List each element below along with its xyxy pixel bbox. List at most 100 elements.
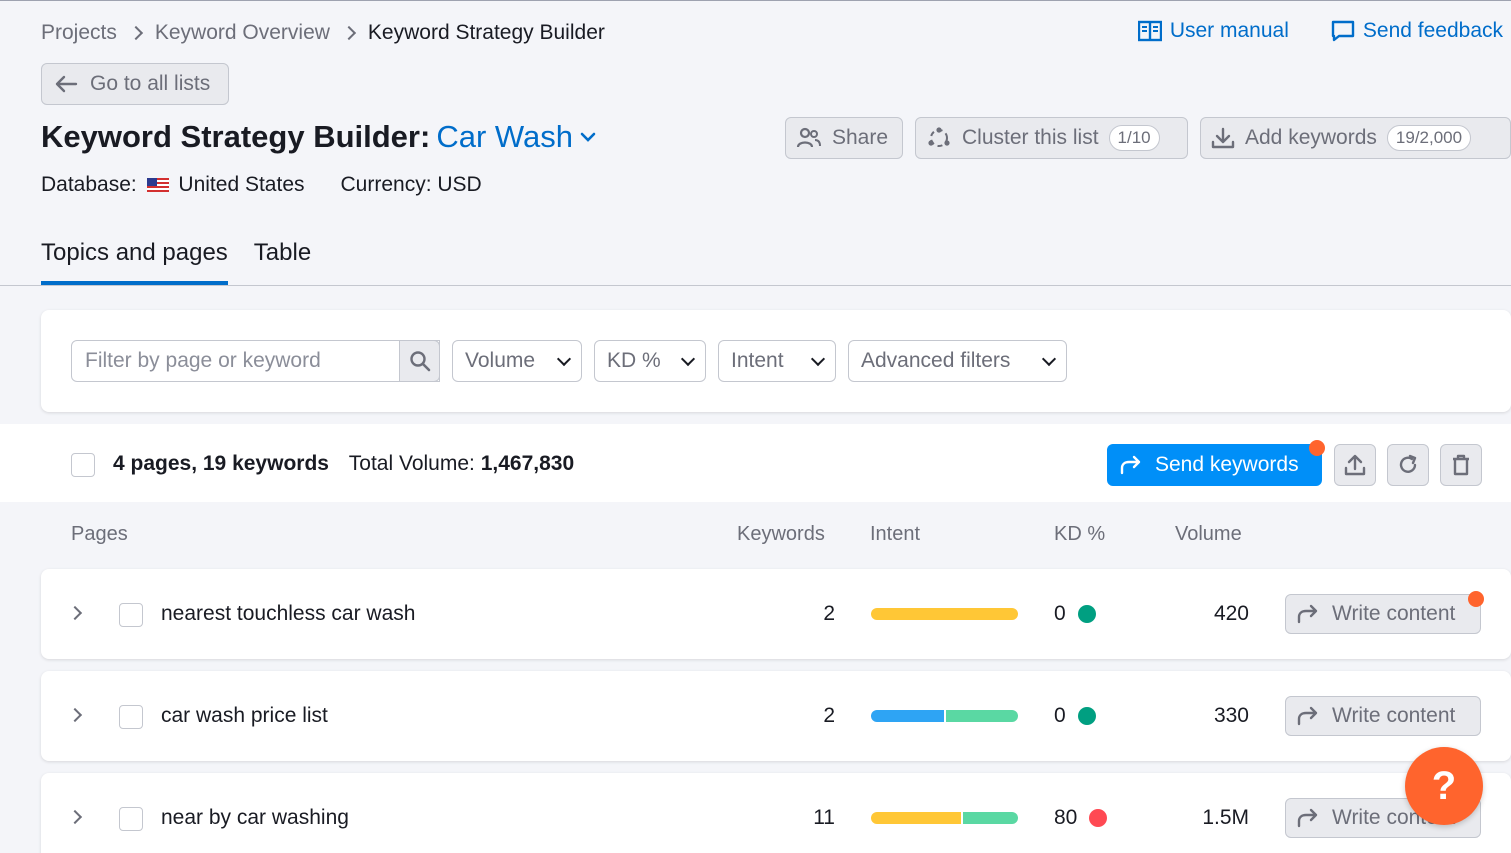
summary-bar: 4 pages, 19 keywords Total Volume: 1,467… bbox=[0, 424, 1511, 502]
column-header-kd[interactable]: KD % bbox=[1054, 523, 1105, 546]
search-button[interactable] bbox=[399, 340, 440, 382]
database-label: Database: bbox=[41, 173, 137, 196]
share-arrow-icon bbox=[1120, 455, 1141, 475]
add-keywords-label: Add keywords bbox=[1245, 126, 1377, 149]
list-name-dropdown[interactable]: Car Wash bbox=[436, 119, 573, 155]
tab-table[interactable]: Table bbox=[254, 239, 311, 285]
table-row[interactable]: car wash price list 2 0 330 Write conten… bbox=[41, 671, 1511, 761]
breadcrumb-keyword-overview[interactable]: Keyword Overview bbox=[155, 21, 330, 45]
kd-value: 80 bbox=[1054, 806, 1108, 830]
view-tabs: Topics and pages Table bbox=[41, 239, 311, 285]
summary-text: 4 pages, 19 keywords Total Volume: 1,467… bbox=[113, 452, 574, 476]
write-content-label: Write content bbox=[1332, 602, 1456, 625]
intent-bar bbox=[871, 608, 1018, 620]
expand-chevron-icon[interactable] bbox=[67, 605, 83, 621]
chevron-right-icon bbox=[128, 25, 143, 41]
send-feedback-link[interactable]: Send feedback bbox=[1331, 19, 1503, 43]
write-content-button[interactable]: Write content bbox=[1285, 594, 1481, 634]
chevron-down-icon[interactable] bbox=[579, 131, 597, 143]
intent-filter-label: Intent bbox=[731, 349, 784, 372]
column-header-volume[interactable]: Volume bbox=[1175, 523, 1242, 546]
page-title-prefix: Keyword Strategy Builder: bbox=[41, 119, 431, 154]
advanced-filters-label: Advanced filters bbox=[861, 349, 1011, 372]
book-icon bbox=[1137, 20, 1162, 42]
keywords-count: 11 bbox=[813, 806, 835, 829]
kd-filter-dropdown[interactable]: KD % bbox=[594, 340, 706, 382]
column-header-pages: Pages bbox=[71, 523, 128, 545]
row-checkbox[interactable] bbox=[119, 603, 143, 627]
tabs-divider bbox=[0, 285, 1511, 286]
add-keywords-count-badge: 19/2,000 bbox=[1386, 125, 1472, 151]
filter-panel: Filter by page or keyword Volume KD % In… bbox=[41, 310, 1511, 412]
column-header-intent: Intent bbox=[870, 523, 921, 545]
total-volume-label: Total Volume: bbox=[348, 452, 475, 475]
share-arrow-icon bbox=[1297, 604, 1318, 624]
expand-chevron-icon[interactable] bbox=[67, 707, 83, 723]
expand-chevron-icon[interactable] bbox=[67, 809, 83, 825]
trash-icon bbox=[1453, 454, 1469, 476]
database-field: Database: United States bbox=[41, 173, 305, 197]
pages-keywords-count: 4 pages, 19 keywords bbox=[113, 452, 329, 475]
kd-number: 80 bbox=[1054, 806, 1078, 829]
cluster-label: Cluster this list bbox=[962, 126, 1099, 149]
volume-filter-dropdown[interactable]: Volume bbox=[452, 340, 582, 382]
add-keywords-button[interactable]: Add keywords 19/2,000 bbox=[1200, 117, 1511, 159]
share-button[interactable]: Share bbox=[785, 117, 903, 159]
volume-filter-label: Volume bbox=[465, 349, 536, 372]
write-content-button[interactable]: Write content bbox=[1285, 696, 1481, 736]
refresh-icon bbox=[1399, 454, 1417, 473]
advanced-filters-dropdown[interactable]: Advanced filters bbox=[848, 340, 1067, 382]
help-button[interactable]: ? bbox=[1405, 747, 1483, 825]
volume-value: 1.5M bbox=[1202, 806, 1249, 829]
user-manual-label: User manual bbox=[1169, 19, 1289, 42]
export-button[interactable] bbox=[1334, 444, 1376, 486]
send-keywords-button[interactable]: Send keywords bbox=[1107, 444, 1322, 486]
notification-dot bbox=[1468, 591, 1484, 607]
total-volume-value: 1,467,830 bbox=[480, 452, 575, 475]
notification-dot bbox=[1309, 440, 1325, 456]
go-to-all-lists-button[interactable]: Go to all lists bbox=[41, 63, 229, 105]
refresh-button[interactable] bbox=[1387, 444, 1429, 486]
user-manual-link[interactable]: User manual bbox=[1137, 19, 1289, 43]
database-info: Database: United States Currency: USD bbox=[41, 173, 482, 197]
chevron-down-icon bbox=[680, 351, 696, 366]
cluster-list-button[interactable]: Cluster this list 1/10 bbox=[915, 117, 1188, 159]
breadcrumb-projects[interactable]: Projects bbox=[41, 21, 117, 45]
share-label: Share bbox=[832, 126, 889, 149]
intent-filter-dropdown[interactable]: Intent bbox=[718, 340, 836, 382]
column-header-keywords[interactable]: Keywords bbox=[737, 523, 825, 546]
upload-icon bbox=[1344, 454, 1366, 476]
table-row[interactable]: nearest touchless car wash 2 0 420 Write… bbox=[41, 569, 1511, 659]
intent-segment bbox=[871, 608, 1018, 620]
intent-bar bbox=[871, 812, 1018, 824]
kd-filter-label: KD % bbox=[607, 349, 661, 372]
search-icon bbox=[409, 351, 430, 372]
page-name[interactable]: nearest touchless car wash bbox=[161, 602, 415, 626]
tab-topics-and-pages[interactable]: Topics and pages bbox=[41, 239, 228, 285]
go-to-all-lists-label: Go to all lists bbox=[90, 72, 211, 95]
top-links: User manual Send feedback bbox=[1137, 19, 1503, 43]
kd-number: 0 bbox=[1054, 704, 1066, 727]
cluster-count-badge: 1/10 bbox=[1108, 125, 1160, 151]
page-title: Keyword Strategy Builder: Car Wash bbox=[41, 119, 597, 155]
keywords-count: 2 bbox=[823, 602, 835, 625]
volume-value: 420 bbox=[1213, 602, 1249, 625]
table-row[interactable]: near by car washing 11 80 1.5M Write con… bbox=[41, 773, 1511, 853]
kd-value: 0 bbox=[1054, 602, 1096, 626]
page-name[interactable]: near by car washing bbox=[161, 806, 349, 830]
kd-indicator-dot bbox=[1077, 707, 1096, 725]
keywords-count: 2 bbox=[823, 704, 835, 727]
delete-button[interactable] bbox=[1440, 444, 1482, 486]
intent-segment bbox=[962, 812, 1018, 824]
kd-indicator-dot bbox=[1077, 605, 1096, 623]
row-checkbox[interactable] bbox=[119, 807, 143, 831]
share-arrow-icon bbox=[1297, 706, 1318, 726]
kd-value: 0 bbox=[1054, 704, 1096, 728]
breadcrumb-current: Keyword Strategy Builder bbox=[367, 21, 605, 44]
select-all-checkbox[interactable] bbox=[71, 453, 95, 477]
page-name[interactable]: car wash price list bbox=[161, 704, 328, 728]
chevron-down-icon bbox=[1041, 351, 1057, 366]
filter-search-input[interactable]: Filter by page or keyword bbox=[71, 340, 440, 382]
row-checkbox[interactable] bbox=[119, 705, 143, 729]
users-icon bbox=[796, 127, 821, 148]
